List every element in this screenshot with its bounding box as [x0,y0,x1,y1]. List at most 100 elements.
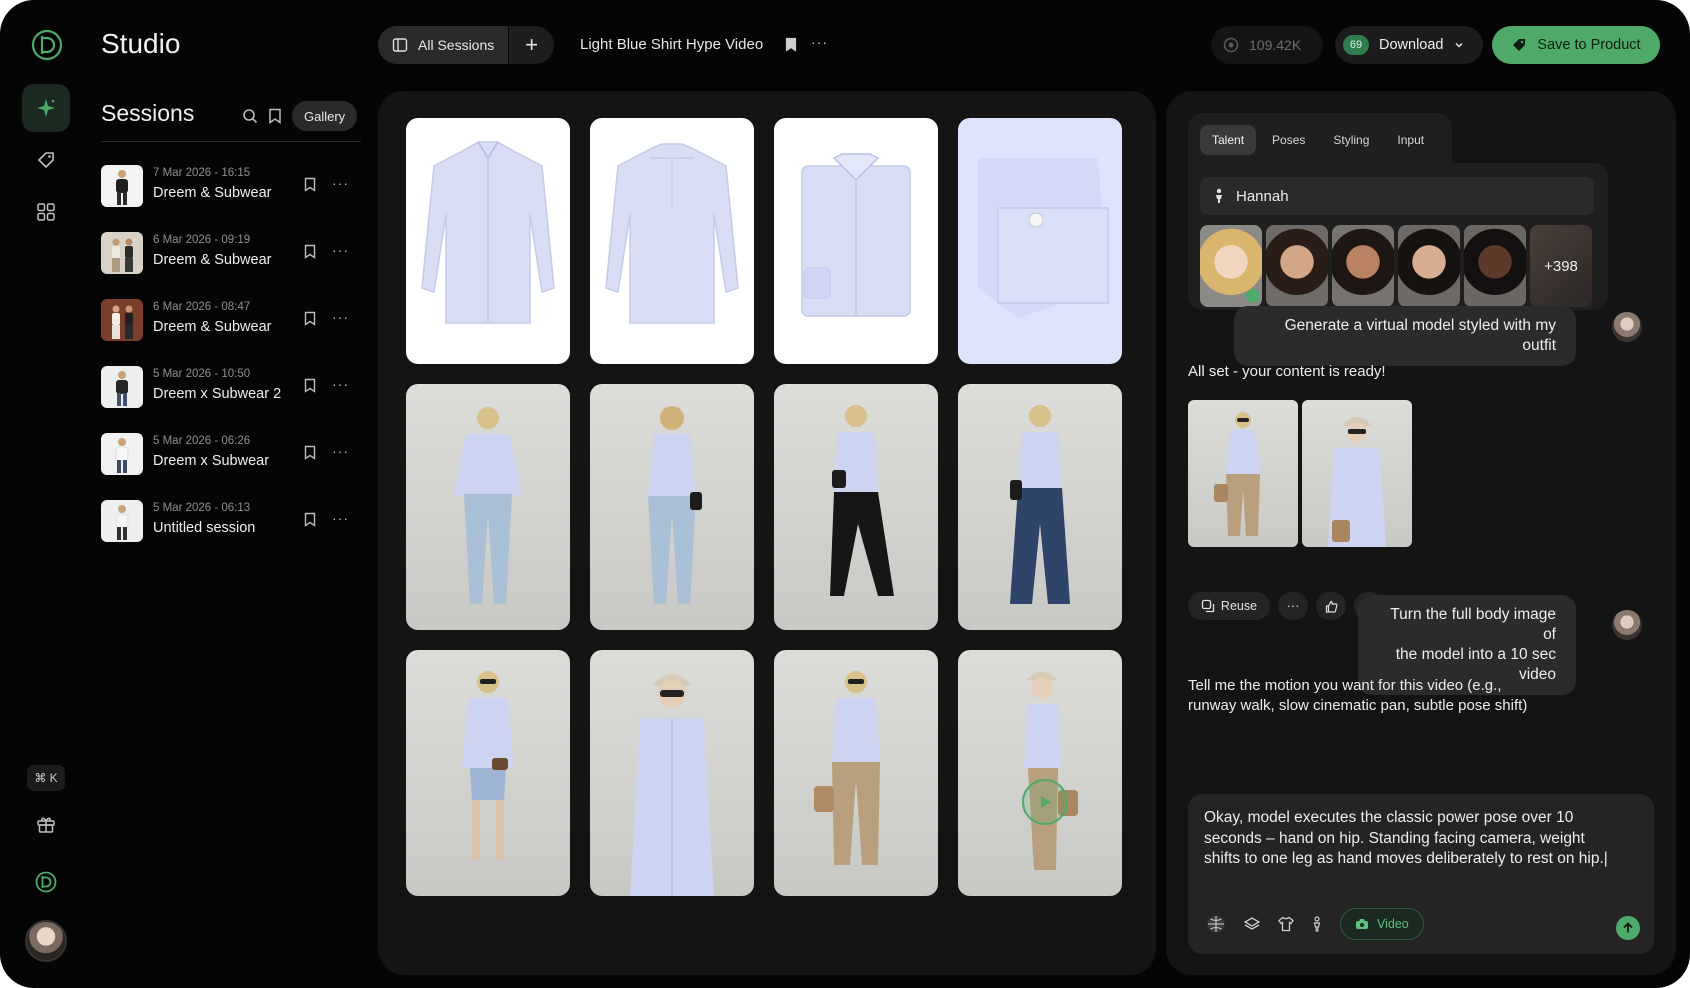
brand-icon [35,871,57,893]
rail-item-apps[interactable] [22,188,70,236]
save-to-product-button[interactable]: Save to Product [1492,26,1660,64]
reuse-icon [1201,599,1215,613]
video-mode-chip[interactable]: Video [1340,908,1424,940]
rail-item-gift[interactable] [22,800,70,848]
product-image-folded[interactable] [774,118,938,364]
download-button[interactable]: 69 Download [1335,26,1483,64]
bookmark-icon[interactable] [304,512,316,527]
talent-face[interactable] [1200,225,1262,307]
model-image-black-trousers[interactable] [774,384,938,630]
user-avatar [1612,610,1642,640]
tab-talent[interactable]: Talent [1200,125,1257,155]
message-more-button[interactable]: ··· [1278,592,1308,620]
play-icon[interactable] [1022,779,1068,825]
model-image-jeans-front[interactable] [406,384,570,630]
session-date: 6 Mar 2026 - 09:19 [153,234,251,246]
session-item[interactable]: 6 Mar 2026 - 09:19 Dreem & Subwear ··· [101,230,361,297]
new-session-button[interactable]: + [509,32,554,58]
thumbs-up-button[interactable] [1316,592,1346,620]
more-options-button[interactable]: ··· [332,242,349,258]
rail-item-tags[interactable] [22,136,70,184]
assistant-message-line: runway walk, slow cinematic pan, subtle … [1188,697,1528,714]
sidebar-icon [392,38,408,52]
more-options-button[interactable]: ··· [332,510,349,526]
bookmark-icon[interactable] [304,378,316,393]
person-icon [1216,188,1222,203]
chat-panel: Talent Poses Styling Input Hannah +398 G… [1166,91,1676,975]
result-image[interactable] [1302,400,1412,547]
user-message-line: Turn the full body image of [1390,606,1556,643]
rail-item-brand[interactable] [22,858,70,906]
bookmark-icon[interactable] [785,37,797,52]
assistant-message-line: Tell me the motion you want for this vid… [1188,677,1502,694]
talent-face[interactable] [1332,225,1394,307]
more-talents-button[interactable]: +398 [1530,225,1592,307]
user-avatar[interactable] [25,920,67,962]
send-button[interactable] [1616,916,1640,940]
more-options-button[interactable]: ··· [332,309,349,325]
session-item[interactable]: 7 Mar 2026 - 16:15 Dreem & Subwear ··· [101,163,361,230]
logo-icon[interactable] [30,28,64,62]
all-sessions-button[interactable]: All Sessions [378,26,509,64]
session-item[interactable]: 5 Mar 2026 - 06:13 Untitled session ··· [101,498,361,565]
talent-face[interactable] [1398,225,1460,307]
layers-icon[interactable] [1244,916,1260,932]
bookmark-icon[interactable] [304,311,316,326]
session-item[interactable]: 5 Mar 2026 - 06:26 Dreem x Subwear ··· [101,431,361,498]
message-composer[interactable]: Okay, model executes the classic power p… [1188,794,1654,954]
session-thumbnail [101,232,143,274]
composer-input[interactable]: Okay, model executes the classic power p… [1204,808,1624,870]
more-options-button[interactable]: ··· [332,175,349,191]
session-item[interactable]: 6 Mar 2026 - 08:47 Dreem & Subwear ··· [101,297,361,364]
session-item[interactable]: 5 Mar 2026 - 10:50 Dreem x Subwear 2 ··· [101,364,361,431]
session-name: Dreem & Subwear [153,252,272,268]
download-label: Download [1379,37,1444,53]
model-image-wide-jeans[interactable] [958,384,1122,630]
all-sessions-label: All Sessions [418,37,495,53]
more-options-button[interactable]: ··· [332,376,349,392]
model-image-video-side[interactable] [958,650,1122,896]
shirt-icon[interactable] [1278,916,1294,932]
camera-icon [1356,919,1368,929]
gallery-toggle[interactable]: Gallery [292,101,358,131]
save-label: Save to Product [1537,37,1641,53]
talent-face[interactable] [1464,225,1526,307]
result-image[interactable] [1188,400,1298,547]
product-image-cuff[interactable] [958,118,1122,364]
model-image-khaki-trousers[interactable] [774,650,938,896]
model-image-shorts[interactable] [406,650,570,896]
more-options-button[interactable]: ··· [332,443,349,459]
bookmark-icon[interactable] [304,244,316,259]
session-thumbnail [101,500,143,542]
bookmark-icon[interactable] [304,177,316,192]
sparkle-icon [37,99,55,117]
talent-selector[interactable]: Hannah [1200,177,1594,215]
talent-face[interactable] [1266,225,1328,307]
session-thumbnail [101,165,143,207]
session-date: 5 Mar 2026 - 10:50 [153,368,251,380]
bookmark-icon[interactable] [268,108,282,124]
session-name: Dreem x Subwear [153,453,270,469]
product-image-back[interactable] [590,118,754,364]
project-more-button[interactable]: ··· [811,34,828,50]
tag-icon [1513,39,1526,51]
bookmark-icon[interactable] [304,445,316,460]
globe-icon[interactable] [1206,914,1226,934]
tab-poses[interactable]: Poses [1260,125,1317,155]
tab-styling[interactable]: Styling [1321,125,1381,155]
coin-icon [1223,37,1239,53]
command-shortcut[interactable]: ⌘ K [27,765,65,791]
model-image-jeans-back[interactable] [590,384,754,630]
search-icon[interactable] [242,108,258,124]
person-icon[interactable] [1312,916,1322,932]
selected-check-icon [1246,289,1260,303]
project-title[interactable]: Light Blue Shirt Hype Video [580,36,763,53]
rail-item-generate[interactable] [22,84,70,132]
model-image-cap-closeup[interactable] [590,650,754,896]
session-date: 7 Mar 2026 - 16:15 [153,167,251,179]
product-image-front[interactable] [406,118,570,364]
left-rail: ⌘ K [0,0,92,988]
session-name: Dreem x Subwear 2 [153,386,282,402]
reuse-button[interactable]: Reuse [1188,592,1270,620]
tab-input[interactable]: Input [1385,125,1436,155]
